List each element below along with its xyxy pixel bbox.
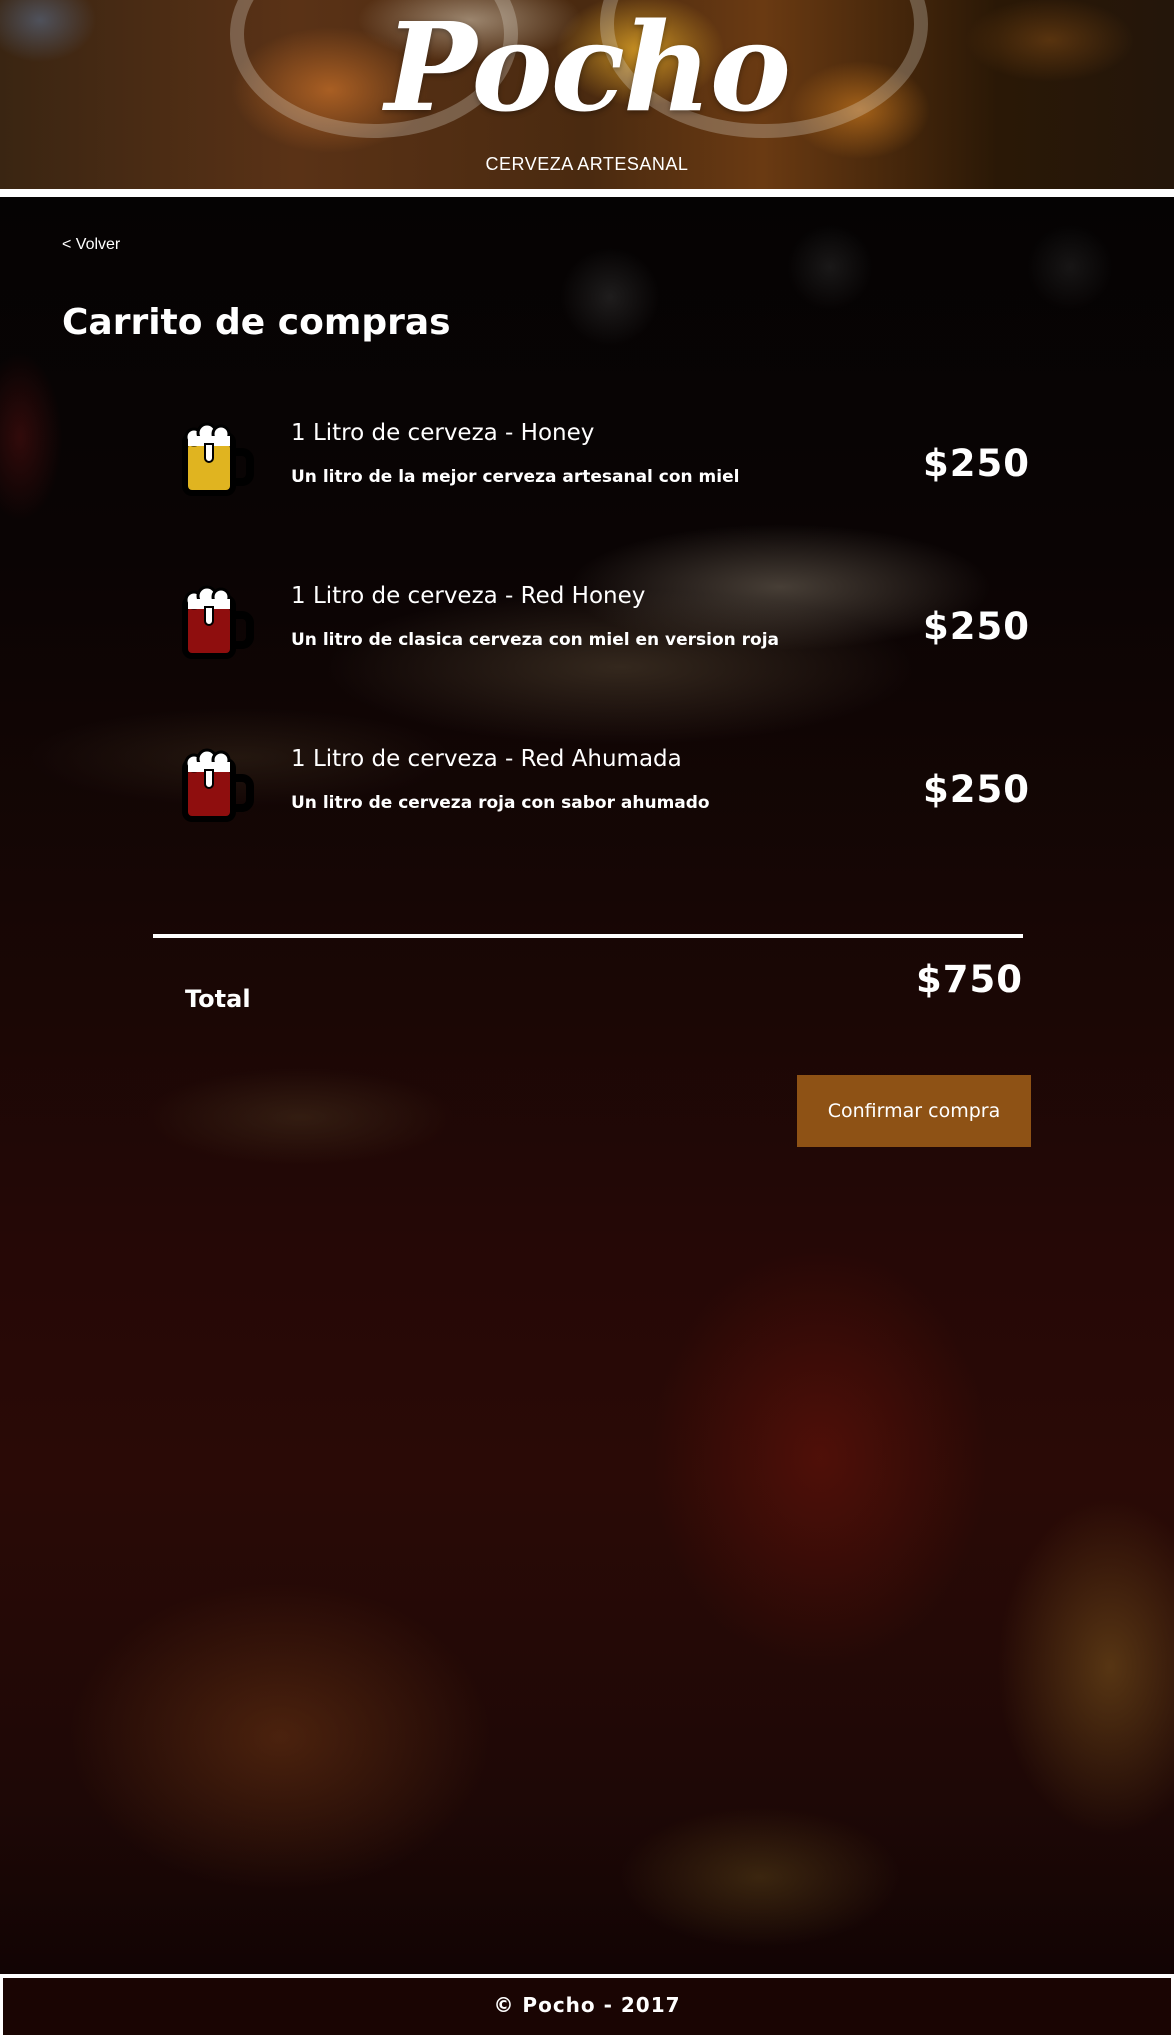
beer-mug-icon <box>182 422 254 496</box>
item-price: $250 <box>923 768 1030 811</box>
beer-mug-icon <box>182 748 254 822</box>
header-divider <box>0 189 1174 197</box>
beer-mug-icon <box>182 585 254 659</box>
cart-item: 1 Litro de cerveza - Red Ahumada Un litr… <box>150 744 1030 854</box>
total-divider <box>153 934 1023 938</box>
cart-item: 1 Litro de cerveza - Red Honey Un litro … <box>150 581 1030 691</box>
item-name: 1 Litro de cerveza - Red Honey <box>291 583 646 609</box>
total-label: Total <box>185 985 251 1013</box>
cart-item: 1 Litro de cerveza - Honey Un litro de l… <box>150 418 1030 528</box>
header-banner: Pocho CERVEZA ARTESANAL <box>0 0 1174 189</box>
total-value: $750 <box>916 958 1023 1001</box>
footer-copyright: © Pocho - 2017 <box>493 1993 681 2017</box>
item-description: Un litro de clasica cerveza con miel en … <box>291 630 780 650</box>
back-link[interactable]: < Volver <box>62 236 120 254</box>
item-description: Un litro de cerveza roja con sabor ahuma… <box>291 793 710 813</box>
page-root: Pocho CERVEZA ARTESANAL < Volver Carrito… <box>0 0 1174 2035</box>
item-name: 1 Litro de cerveza - Red Ahumada <box>291 746 682 772</box>
item-description: Un litro de la mejor cerveza artesanal c… <box>291 467 740 487</box>
page-title: Carrito de compras <box>62 302 451 343</box>
brand-tagline: CERVEZA ARTESANAL <box>485 154 689 174</box>
confirm-purchase-button[interactable]: Confirmar compra <box>797 1075 1031 1147</box>
item-price: $250 <box>923 605 1030 648</box>
brand-logo[interactable]: Pocho <box>0 2 1174 132</box>
item-name: 1 Litro de cerveza - Honey <box>291 420 595 446</box>
item-price: $250 <box>923 442 1030 485</box>
footer: © Pocho - 2017 <box>0 1978 1174 2035</box>
